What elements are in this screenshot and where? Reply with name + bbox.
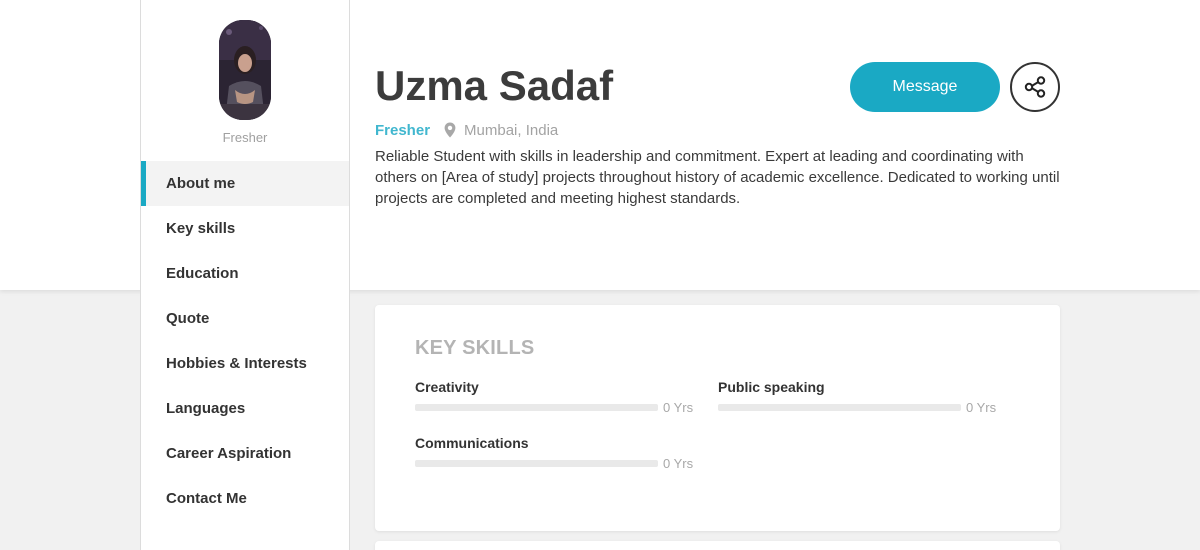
message-button[interactable]: Message xyxy=(850,62,1000,112)
profile-status-caption: Fresher xyxy=(222,130,268,145)
nav-item-contact-me[interactable]: Contact Me xyxy=(141,476,349,521)
profile-nav: About me Key skills Education Quote Hobb… xyxy=(141,161,349,521)
profile-meta: Fresher Mumbai, India xyxy=(375,121,558,139)
skill-bar xyxy=(718,404,961,411)
profile-bio: Reliable Student with skills in leadersh… xyxy=(375,148,1060,207)
nav-item-about-me[interactable]: About me xyxy=(141,161,349,206)
location-pin-icon xyxy=(444,122,456,138)
profile-name: Uzma Sadaf xyxy=(375,62,614,109)
key-skills-title: KEY SKILLS xyxy=(415,337,535,359)
avatar-photo xyxy=(219,20,271,120)
nav-item-education[interactable]: Education xyxy=(141,251,349,296)
skill-years: 0 Yrs xyxy=(663,456,694,471)
sidebar: Fresher About me Key skills Education Qu… xyxy=(140,0,350,550)
skill-bar xyxy=(415,460,658,467)
share-icon xyxy=(1024,76,1046,98)
location-text: Mumbai, India xyxy=(464,121,559,139)
next-section-card xyxy=(375,541,1060,550)
status-badge: Fresher xyxy=(375,121,431,139)
nav-item-hobbies-interests[interactable]: Hobbies & Interests xyxy=(141,341,349,386)
skill-item-creativity: Creativity 0 Yrs xyxy=(415,379,695,415)
skill-years: 0 Yrs xyxy=(966,400,997,415)
nav-item-career-aspiration[interactable]: Career Aspiration xyxy=(141,431,349,476)
share-button[interactable] xyxy=(1010,62,1060,112)
nav-item-key-skills[interactable]: Key skills xyxy=(141,206,349,251)
skill-item-communications: Communications 0 Yrs xyxy=(415,435,695,471)
skill-name: Public speaking xyxy=(718,379,825,395)
skill-name: Creativity xyxy=(415,379,479,395)
key-skills-card: KEY SKILLS Creativity 0 Yrs Public speak… xyxy=(375,305,1060,531)
skill-name: Communications xyxy=(415,435,529,451)
skill-years: 0 Yrs xyxy=(663,400,694,415)
skill-bar xyxy=(415,404,658,411)
nav-item-languages[interactable]: Languages xyxy=(141,386,349,431)
nav-item-quote[interactable]: Quote xyxy=(141,296,349,341)
skill-item-public-speaking: Public speaking 0 Yrs xyxy=(718,379,998,415)
avatar xyxy=(219,20,271,120)
